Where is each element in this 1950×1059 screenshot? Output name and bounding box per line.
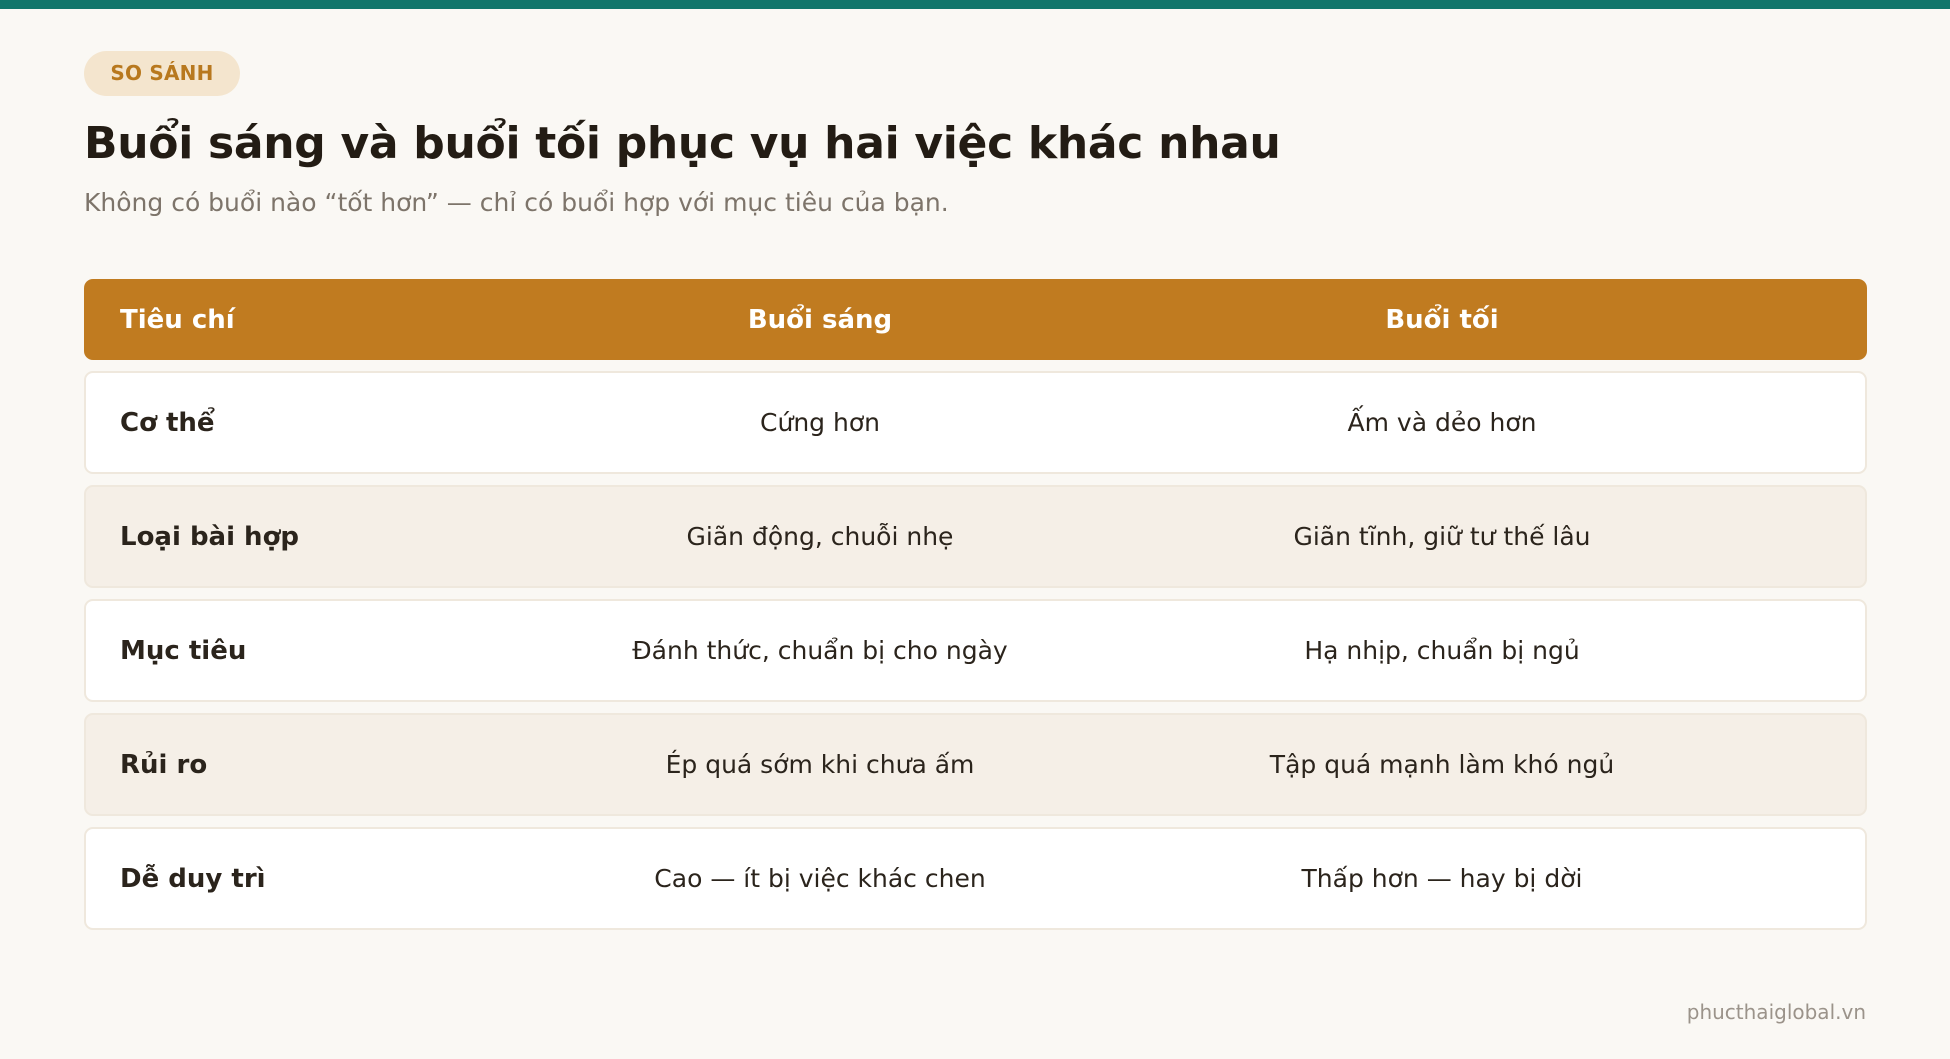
table-row: Loại bài hợp Giãn động, chuỗi nhẹ Giãn t… <box>84 485 1867 588</box>
top-accent-bar <box>0 0 1950 9</box>
row-criteria: Loại bài hợp <box>120 521 300 552</box>
row-criteria: Cơ thể <box>120 407 215 438</box>
footer-domain: phucthaiglobal.vn <box>1686 1000 1866 1024</box>
row-evening-value: Giãn tĩnh, giữ tư thế lâu <box>1293 522 1591 551</box>
row-evening-value: Tập quá mạnh làm khó ngủ <box>1269 750 1615 779</box>
header-evening: Buổi tối <box>1385 304 1499 335</box>
table-header-row: Tiêu chí Buổi sáng Buổi tối <box>84 279 1867 360</box>
row-criteria: Mục tiêu <box>120 635 247 666</box>
category-tag: SO SÁNH <box>84 51 240 96</box>
table-row: Mục tiêu Đánh thức, chuẩn bị cho ngày Hạ… <box>84 599 1867 702</box>
row-morning-value: Đánh thức, chuẩn bị cho ngày <box>632 636 1008 665</box>
row-morning-value: Cao — ít bị việc khác chen <box>654 864 986 893</box>
page-subtitle: Không có buổi nào “tốt hơn” — chỉ có buổ… <box>84 188 949 217</box>
row-criteria: Rủi ro <box>120 749 208 780</box>
row-evening-value: Ấm và dẻo hơn <box>1347 408 1537 437</box>
row-morning-value: Giãn động, chuỗi nhẹ <box>686 522 954 551</box>
page-title: Buổi sáng và buổi tối phục vụ hai việc k… <box>84 118 1281 169</box>
table-row: Rủi ro Ép quá sớm khi chưa ấm Tập quá mạ… <box>84 713 1867 816</box>
table-row: Cơ thể Cứng hơn Ấm và dẻo hơn <box>84 371 1867 474</box>
table-row: Dễ duy trì Cao — ít bị việc khác chen Th… <box>84 827 1867 930</box>
row-morning-value: Ép quá sớm khi chưa ấm <box>665 750 975 779</box>
comparison-table: Tiêu chí Buổi sáng Buổi tối Cơ thể Cứng … <box>84 279 1867 930</box>
row-evening-value: Hạ nhịp, chuẩn bị ngủ <box>1304 636 1580 665</box>
header-criteria: Tiêu chí <box>120 304 235 335</box>
header-morning: Buổi sáng <box>747 304 893 335</box>
row-criteria: Dễ duy trì <box>120 863 266 894</box>
row-morning-value: Cứng hơn <box>760 408 880 437</box>
row-evening-value: Thấp hơn — hay bị dời <box>1301 864 1583 893</box>
